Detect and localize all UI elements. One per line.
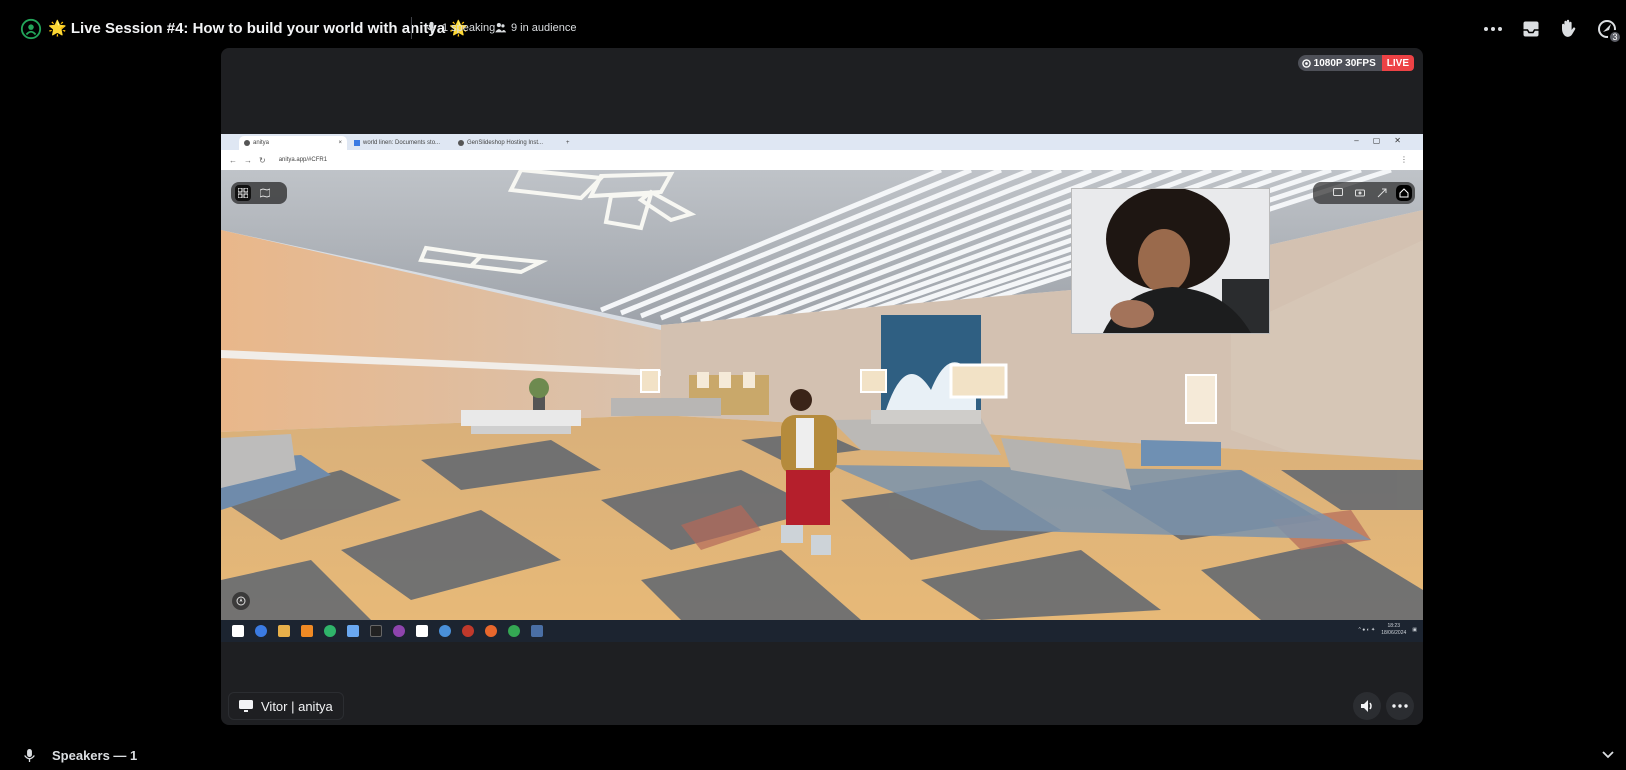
windows-taskbar: ^ ● ◐ ✦ 18:23 18/06/2024 ▣ <box>221 620 1423 642</box>
volume-button[interactable] <box>1353 692 1381 720</box>
streamer-name: Vitor | anitya <box>261 698 333 714</box>
more-horizontal-icon <box>1484 27 1502 31</box>
window-controls: –▢✕ <box>1354 136 1415 145</box>
microphone-icon <box>427 21 436 34</box>
chat-button[interactable] <box>1330 185 1346 201</box>
share-icon <box>1377 188 1387 198</box>
streamer-name-tag: Vitor | anitya <box>228 692 344 720</box>
taskbar-app-icon <box>278 625 290 637</box>
tray-icons: ^ ● ◐ ✦ <box>1358 627 1376 633</box>
stream-panel[interactable]: 1080P 30FPS LIVE anitya × world linen: D… <box>221 48 1423 725</box>
page-icon <box>458 140 464 146</box>
more-horizontal-icon <box>1392 704 1408 708</box>
screen-share-icon <box>239 700 253 712</box>
speakers-label: Speakers — 1 <box>52 748 138 763</box>
home-icon <box>1399 188 1409 198</box>
taskbar-app-icon <box>416 625 428 637</box>
stage-title-text: Live Session #4: How to build your world… <box>70 20 446 37</box>
map-button[interactable] <box>257 185 273 201</box>
header-actions: 3 <box>1470 14 1626 44</box>
recenter-button[interactable] <box>232 592 250 610</box>
stream-more-button[interactable] <box>1386 692 1414 720</box>
windows-start-icon <box>232 625 244 637</box>
taskbar-app-icon <box>531 625 543 637</box>
taskbar-clock: 18:23 18/06/2024 <box>1381 623 1407 636</box>
speaking-count: 1 speaking <box>425 21 495 34</box>
divider <box>411 17 412 39</box>
stream-quality-icon <box>1301 58 1311 68</box>
scene-toolbar-left <box>231 182 287 204</box>
raise-hand-icon <box>1562 19 1576 37</box>
taskbar-app-icon <box>370 625 382 637</box>
activity-button[interactable]: 3 <box>1592 14 1622 44</box>
browser-toolbar-icons: ⋮ <box>1400 155 1415 164</box>
speakers-header: Speakers — 1 <box>23 748 137 763</box>
map-icon <box>260 188 270 198</box>
people-icon <box>495 23 507 33</box>
taskbar-app-icon <box>255 625 267 637</box>
url-text: anitya.app/#CFR1 <box>278 157 328 163</box>
stage-title: 🌟 Live Session #4: How to build your wor… <box>48 19 468 37</box>
inbox-icon <box>1523 21 1539 37</box>
speaker-volume-icon <box>1361 700 1372 712</box>
grid-view-button[interactable] <box>235 185 251 201</box>
chevron-down-icon[interactable] <box>1602 751 1614 759</box>
stage-channel-icon <box>20 18 42 40</box>
taskbar-app-icon <box>347 625 359 637</box>
quality-badge: 1080P 30FPS <box>1297 55 1382 71</box>
taskbar-app-icon <box>485 625 497 637</box>
shared-screen: anitya × world linen: Documents sto... G… <box>221 134 1423 642</box>
request-to-speak-button[interactable] <box>1554 14 1584 44</box>
microphone-icon <box>24 749 35 762</box>
taskbar-app-icon <box>393 625 405 637</box>
scene-toolbar-right <box>1313 182 1415 204</box>
inbox-button[interactable] <box>1516 14 1546 44</box>
system-tray: ^ ● ◐ ✦ 18:23 18/06/2024 ▣ <box>1358 623 1417 637</box>
taskbar-app-icon <box>301 625 313 637</box>
browser-address-bar: ←→↻ anitya.app/#CFR1 ⋮ <box>221 150 1423 170</box>
star-emoji: 🌟 <box>48 20 67 37</box>
home-button[interactable] <box>1396 185 1412 201</box>
close-icon: × <box>338 140 342 146</box>
camera-button[interactable] <box>1352 185 1368 201</box>
globe-icon <box>244 140 250 146</box>
taskbar-app-icon <box>508 625 520 637</box>
virtual-world-scene <box>221 170 1423 620</box>
taskbar-app-icon <box>462 625 474 637</box>
taskbar-app-icon <box>324 625 336 637</box>
webcam-overlay <box>1071 188 1270 334</box>
grid-icon <box>238 188 248 198</box>
more-options-button[interactable] <box>1478 14 1508 44</box>
browser-tab: anitya × <box>239 136 347 150</box>
live-badge: LIVE <box>1381 55 1414 71</box>
camera-icon <box>1355 189 1365 197</box>
audience-count: 9 in audience <box>494 21 576 34</box>
chat-icon <box>1333 188 1343 196</box>
notification-badge: 3 <box>1608 30 1622 44</box>
browser-tab: world linen: Documents sto... <box>349 136 449 150</box>
browser-tab-strip: anitya × world linen: Documents sto... G… <box>221 134 1423 150</box>
nav-arrows-icon: ←→↻ <box>229 155 273 165</box>
notification-center-icon: ▣ <box>1412 627 1417 633</box>
browser-tab: GenSlideshop Hosting Inst... <box>453 136 561 150</box>
new-tab-icon: + <box>566 140 570 146</box>
stream-quality-indicator: 1080P 30FPS LIVE <box>1297 55 1414 71</box>
webcam-feed <box>1072 189 1269 333</box>
taskbar-app-icon <box>439 625 451 637</box>
doc-icon <box>354 140 360 146</box>
speakers-section-header[interactable]: Speakers — 1 <box>0 742 1626 770</box>
share-button[interactable] <box>1374 185 1390 201</box>
compass-icon <box>236 596 246 606</box>
